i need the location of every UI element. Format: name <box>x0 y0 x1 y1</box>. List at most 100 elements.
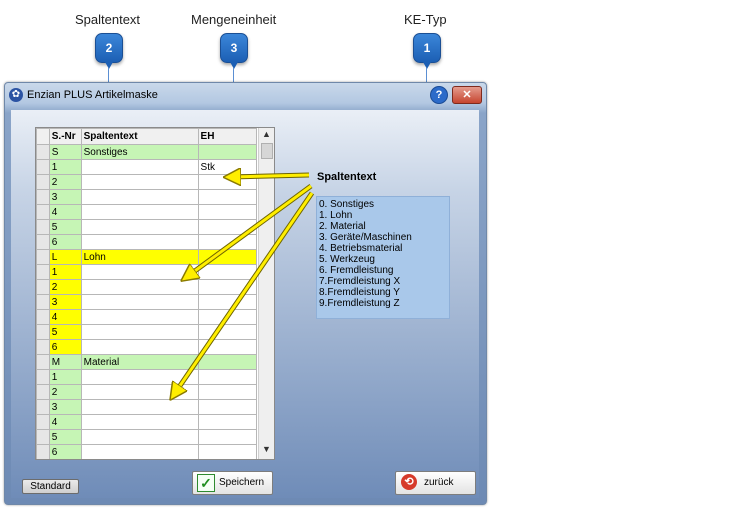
cell-nr[interactable]: 2 <box>48 279 82 295</box>
row-selector[interactable] <box>36 294 50 310</box>
grid-row[interactable]: 4 <box>36 414 258 430</box>
cell-nr[interactable]: 3 <box>48 399 82 415</box>
row-selector[interactable] <box>36 144 50 160</box>
grid-row[interactable]: 6 <box>36 444 258 459</box>
cell-nr[interactable]: 5 <box>48 429 82 445</box>
ke-type-list[interactable]: 0. Sonstiges 1. Lohn 2. Material 3. Gerä… <box>316 196 450 319</box>
cell-nr[interactable]: S <box>48 144 82 160</box>
row-selector[interactable] <box>36 189 50 205</box>
cell-nr[interactable]: 1 <box>48 159 82 175</box>
ke-item[interactable]: 9.Fremdleistung Z <box>319 298 400 309</box>
row-selector[interactable] <box>36 159 50 175</box>
grid-row[interactable]: 1 <box>36 369 258 385</box>
cell-eh[interactable] <box>197 294 258 310</box>
row-selector[interactable] <box>36 399 50 415</box>
cell-spaltentext[interactable] <box>80 279 199 295</box>
cell-eh[interactable] <box>197 429 258 445</box>
scroll-up-icon[interactable]: ▲ <box>259 129 274 143</box>
grid-row[interactable]: 3 <box>36 189 258 205</box>
ke-item[interactable]: 0. Sonstiges <box>319 199 374 210</box>
cell-nr[interactable]: L <box>48 249 82 265</box>
save-button[interactable]: ✓ Speichern <box>192 471 273 495</box>
scroll-thumb[interactable] <box>261 143 273 159</box>
grid-row[interactable]: 2 <box>36 279 258 295</box>
cell-eh[interactable] <box>197 414 258 430</box>
cell-eh[interactable] <box>197 324 258 340</box>
cell-eh[interactable] <box>197 279 258 295</box>
column-header-nr[interactable]: S.-Nr <box>48 128 82 145</box>
row-selector[interactable] <box>36 279 50 295</box>
cell-nr[interactable]: 4 <box>48 204 82 220</box>
cell-nr[interactable]: 4 <box>48 414 82 430</box>
cell-spaltentext[interactable] <box>80 159 199 175</box>
cell-nr[interactable]: 6 <box>48 444 82 459</box>
ke-item[interactable]: 5. Werkzeug <box>319 254 375 265</box>
ke-item[interactable]: 8.Fremdleistung Y <box>319 287 400 298</box>
cell-spaltentext[interactable]: Lohn <box>80 249 199 265</box>
cell-eh[interactable] <box>197 354 258 370</box>
row-selector[interactable] <box>36 264 50 280</box>
cell-eh[interactable] <box>197 369 258 385</box>
cell-spaltentext[interactable] <box>80 234 199 250</box>
scroll-down-icon[interactable]: ▼ <box>259 444 274 458</box>
cell-spaltentext[interactable] <box>80 369 199 385</box>
cell-eh[interactable] <box>197 144 258 160</box>
row-selector[interactable] <box>36 249 50 265</box>
cell-eh[interactable] <box>197 189 258 205</box>
cell-spaltentext[interactable] <box>80 414 199 430</box>
grid-row[interactable]: 1 <box>36 264 258 280</box>
row-selector[interactable] <box>36 339 50 355</box>
cell-spaltentext[interactable] <box>80 339 199 355</box>
grid-row[interactable]: 3 <box>36 294 258 310</box>
help-button[interactable]: ? <box>430 86 448 104</box>
grid-row[interactable]: M Material <box>36 354 258 370</box>
cell-spaltentext[interactable] <box>80 309 199 325</box>
ke-item[interactable]: 1. Lohn <box>319 210 352 221</box>
cell-nr[interactable]: M <box>48 354 82 370</box>
grid-row[interactable]: 6 <box>36 339 258 355</box>
cell-spaltentext[interactable] <box>80 174 199 190</box>
cell-spaltentext[interactable] <box>80 324 199 340</box>
cell-eh[interactable] <box>197 204 258 220</box>
cell-spaltentext[interactable] <box>80 219 199 235</box>
grid-row[interactable]: S Sonstiges <box>36 144 258 160</box>
row-selector[interactable] <box>36 219 50 235</box>
column-header-spaltentext[interactable]: Spaltentext <box>80 128 199 145</box>
ke-item[interactable]: 4. Betriebsmaterial <box>319 243 402 254</box>
standard-button[interactable]: Standard <box>22 479 79 494</box>
cell-eh[interactable] <box>197 384 258 400</box>
row-selector[interactable] <box>36 354 50 370</box>
grid-row[interactable]: 5 <box>36 219 258 235</box>
row-selector[interactable] <box>36 309 50 325</box>
ke-item[interactable]: 6. Fremdleistung <box>319 265 393 276</box>
grid-row[interactable]: 4 <box>36 204 258 220</box>
cell-spaltentext[interactable]: Material <box>80 354 199 370</box>
grid-row[interactable]: 2 <box>36 384 258 400</box>
row-selector[interactable] <box>36 429 50 445</box>
row-selector[interactable] <box>36 369 50 385</box>
cell-spaltentext[interactable] <box>80 399 199 415</box>
cell-spaltentext[interactable] <box>80 264 199 280</box>
cell-nr[interactable]: 1 <box>48 264 82 280</box>
cell-eh[interactable] <box>197 249 258 265</box>
cell-nr[interactable]: 6 <box>48 339 82 355</box>
window-titlebar[interactable]: ✿ Enzian PLUS Artikelmaske ? ✕ <box>5 83 486 107</box>
cell-spaltentext[interactable] <box>80 429 199 445</box>
back-button[interactable]: ⟲ zurück <box>395 471 476 495</box>
cell-eh[interactable]: Stk <box>197 159 258 175</box>
cell-eh[interactable] <box>197 264 258 280</box>
close-button[interactable]: ✕ <box>452 86 482 104</box>
grid-row[interactable]: 2 <box>36 174 258 190</box>
grid-row[interactable]: L Lohn <box>36 249 258 265</box>
spalten-grid[interactable]: S.-Nr Spaltentext EH S Sonstiges 1 Stk 2 3 4 5 6… <box>35 127 275 460</box>
ke-item[interactable]: 7.Fremdleistung X <box>319 276 400 287</box>
cell-eh[interactable] <box>197 234 258 250</box>
ke-item[interactable]: 2. Material <box>319 221 366 232</box>
ke-item[interactable]: 3. Geräte/Maschinen <box>319 232 412 243</box>
cell-nr[interactable]: 3 <box>48 189 82 205</box>
row-selector[interactable] <box>36 414 50 430</box>
cell-eh[interactable] <box>197 399 258 415</box>
cell-nr[interactable]: 4 <box>48 309 82 325</box>
cell-nr[interactable]: 6 <box>48 234 82 250</box>
row-selector[interactable] <box>36 204 50 220</box>
